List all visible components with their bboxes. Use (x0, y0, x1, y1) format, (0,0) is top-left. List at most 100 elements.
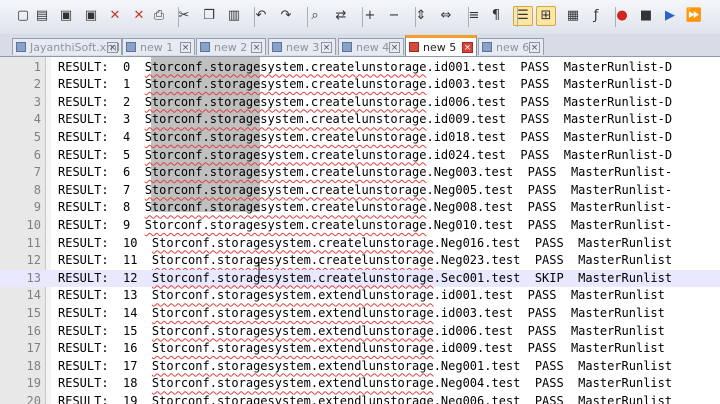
sync-horizontal-icon[interactable]: ⇔ (436, 6, 456, 26)
zoom-in-icon[interactable]: + (360, 6, 380, 26)
line-number: 20 (26, 393, 41, 404)
print-icon[interactable]: ⎙ (149, 6, 169, 26)
editor-line[interactable]: 4 RESULT: 3 Storconf.storagesystem.create… (0, 111, 720, 129)
test-path: Storconf.storagesystem.createlunstorage (144, 182, 427, 197)
tab-new-2[interactable]: new 2 × (196, 38, 266, 55)
find-icon[interactable]: ⌕ (305, 6, 325, 26)
line-text: RESULT: 10 Storconf.storagesystem.create… (58, 235, 672, 253)
new-file-icon[interactable]: ▢ (13, 6, 33, 26)
close-file-icon[interactable]: ✕ (105, 6, 125, 26)
tab-label: new 3 (286, 41, 320, 54)
stop-macro-icon[interactable]: ■ (636, 6, 656, 26)
line-text: RESULT: 1 Storconf.storagesystem.createl… (58, 76, 672, 94)
document-tab-bar: JayanthiSoft.xml × new 1 × new 2 × new 3 × new 4… (0, 34, 720, 57)
sync-vertical-icon[interactable]: ⇕ (411, 6, 431, 26)
save-icon[interactable]: ▣ (56, 6, 76, 26)
save-all-icon[interactable]: ▣ (81, 6, 101, 26)
test-path: Storconf.storagesystem.createlunstorage (151, 253, 434, 268)
tab-new-5[interactable]: new 5 × (405, 35, 477, 56)
test-path: Storconf.storagesystem.createlunstorage (144, 200, 427, 215)
redo-icon[interactable]: ↷ (276, 6, 296, 26)
close-tab-icon[interactable]: × (180, 42, 191, 53)
test-result: .Sec001.test SKIP MasterRunlist (433, 270, 673, 285)
line-number: 12 (26, 253, 41, 268)
tab-new-3[interactable]: new 3 × (268, 38, 336, 55)
editor-line[interactable]: 10 RESULT: 9 Storconf.storagesystem.creat… (0, 217, 720, 235)
indent-guide-icon[interactable]: ☰ (513, 6, 533, 26)
line-text: RESULT: 5 Storconf.storagesystem.createl… (58, 147, 672, 165)
test-result: .Neg016.test PASS MasterRunlist (433, 235, 673, 250)
close-tab-icon[interactable]: × (462, 42, 473, 53)
function-list-icon[interactable]: ƒ (586, 6, 606, 26)
tab-new-6[interactable]: new 6 × (478, 38, 544, 55)
tab-new-1[interactable]: new 1 × (122, 38, 195, 55)
tab-label: new 2 (214, 41, 248, 54)
show-all-characters-icon[interactable]: ¶ (486, 6, 506, 26)
result-prefix: RESULT: 16 (58, 341, 152, 356)
line-text: RESULT: 6 Storconf.storagesystem.createl… (58, 164, 672, 182)
zoom-out-icon[interactable]: − (384, 6, 404, 26)
editor-line[interactable]: 9 RESULT: 8 Storconf.storagesystem.create… (0, 199, 720, 217)
line-text: RESULT: 3 Storconf.storagesystem.createl… (58, 111, 672, 129)
tab-label: new 1 (140, 41, 174, 54)
test-path: Storconf.storagesystem.createlunstorage (144, 147, 427, 162)
editor-line[interactable]: 14 RESULT: 13 Storconf.storagesystem.exte… (0, 287, 720, 305)
line-text: RESULT: 15 Storconf.storagesystem.extend… (58, 323, 665, 341)
toolbar-separator (517, 7, 518, 27)
test-path: Storconf.storagesystem.extendlunstorage (151, 305, 434, 320)
play-macro-icon[interactable]: ▶ (660, 6, 680, 26)
close-tab-icon[interactable]: × (389, 42, 400, 53)
editor-line[interactable]: 6 RESULT: 5 Storconf.storagesystem.create… (0, 147, 720, 165)
close-tab-icon[interactable]: × (529, 42, 540, 53)
editor-line[interactable]: 8 RESULT: 7 Storconf.storagesystem.create… (0, 182, 720, 200)
line-number: 2 (33, 77, 41, 92)
close-all-icon[interactable]: ✕ (129, 6, 149, 26)
line-text: RESULT: 9 Storconf.storagesystem.createl… (58, 217, 672, 235)
copy-icon[interactable]: ❐ (199, 6, 219, 26)
editor-line[interactable]: 18 RESULT: 17 Storconf.storagesystem.exte… (0, 358, 720, 376)
editor-line[interactable]: 1 RESULT: 0 Storconf.storagesystem.create… (0, 59, 720, 77)
language-icon[interactable]: ⊞ (536, 6, 556, 26)
result-prefix: RESULT: 19 (58, 393, 152, 404)
editor-line[interactable]: 16 RESULT: 15 Storconf.storagesystem.exte… (0, 323, 720, 341)
test-path: Storconf.storagesystem.createlunstorage (144, 129, 427, 144)
replace-icon[interactable]: ⇄ (331, 6, 351, 26)
main-toolbar: ▢ ▤ ▣ ▣ ✕ ✕ ⎙ ✂ ❐ ▥ ↶ ↷ ⌕ ⇄ + − ⇕ ⇔ ≡ ¶ ☰ ⊞ ▦ ƒ ● ■ ▶ ⏩ (0, 0, 720, 35)
result-prefix: RESULT: 8 (58, 200, 145, 215)
text-editor[interactable]: 1 RESULT: 0 Storconf.storagesystem.create… (0, 57, 720, 404)
run-macro-multiple-icon[interactable]: ⏩ (684, 6, 704, 26)
close-tab-icon[interactable]: × (251, 42, 262, 53)
editor-line[interactable]: 2 RESULT: 1 Storconf.storagesystem.create… (0, 76, 720, 94)
editor-line[interactable]: 3 RESULT: 2 Storconf.storagesystem.create… (0, 94, 720, 112)
close-tab-icon[interactable]: × (321, 42, 332, 53)
test-path: Storconf.storagesystem.createlunstorage (144, 59, 427, 74)
result-prefix: RESULT: 3 (58, 112, 145, 127)
editor-line[interactable]: 19 RESULT: 18 Storconf.storagesystem.exte… (0, 375, 720, 393)
line-text: RESULT: 12 Storconf.storagesystem.create… (58, 270, 672, 288)
editor-line[interactable]: 15 RESULT: 14 Storconf.storagesystem.exte… (0, 305, 720, 323)
open-folder-icon[interactable]: ▤ (32, 6, 52, 26)
editor-line[interactable]: 12 RESULT: 11 Storconf.storagesystem.crea… (0, 252, 720, 270)
close-tab-icon[interactable]: × (107, 42, 118, 53)
doc-map-icon[interactable]: ▦ (563, 6, 583, 26)
word-wrap-icon[interactable]: ≡ (464, 6, 484, 26)
cut-icon[interactable]: ✂ (174, 6, 194, 26)
editor-line[interactable]: 5 RESULT: 4 Storconf.storagesystem.create… (0, 129, 720, 147)
editor-line[interactable]: 17 RESULT: 16 Storconf.storagesystem.exte… (0, 340, 720, 358)
tab-jayanthisoft-xml[interactable]: JayanthiSoft.xml × (12, 38, 122, 55)
editor-line[interactable]: 7 RESULT: 6 Storconf.storagesystem.create… (0, 164, 720, 182)
test-result: .Neg005.test PASS MasterRunlist- (426, 182, 673, 197)
result-prefix: RESULT: 9 (58, 217, 145, 232)
result-prefix: RESULT: 1 (58, 77, 145, 92)
line-text: RESULT: 0 Storconf.storagesystem.createl… (58, 59, 672, 77)
file-saved-icon (16, 42, 26, 52)
editor-line[interactable]: 20 RESULT: 19 Storconf.storagesystem.exte… (0, 393, 720, 404)
paste-icon[interactable]: ▥ (224, 6, 244, 26)
editor-line[interactable]: 11 RESULT: 10 Storconf.storagesystem.crea… (0, 235, 720, 253)
line-text: RESULT: 2 Storconf.storagesystem.createl… (58, 94, 672, 112)
toolbar-separator (254, 7, 255, 27)
editor-line[interactable]: 13 RESULT: 12 Storconf.storagesystem.crea… (0, 269, 720, 288)
tab-new-4[interactable]: new 4 × (338, 38, 404, 55)
test-path: Storconf.storagesystem.extendlunstorage (151, 341, 434, 356)
test-result: .Neg001.test PASS MasterRunlist (433, 358, 673, 373)
